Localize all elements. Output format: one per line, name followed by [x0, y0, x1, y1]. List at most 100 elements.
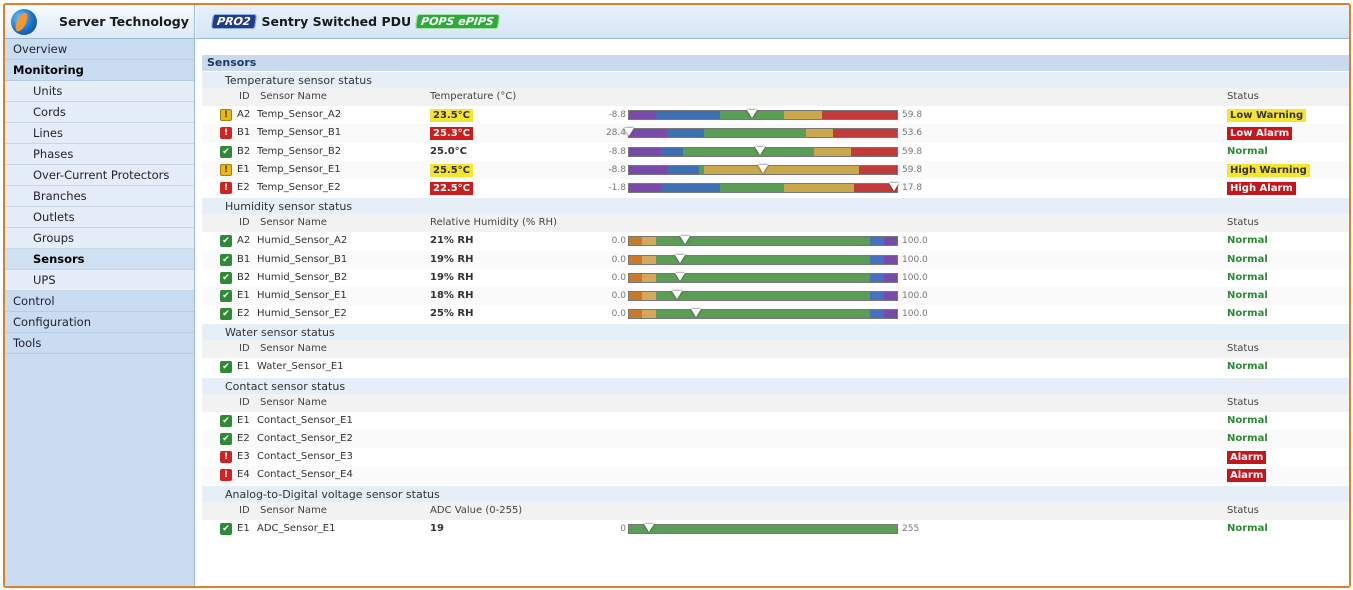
group-rows: ✔ E1 Contact_Sensor_E1 Normal ✔ E2 Contact_Sen… — [202, 412, 1349, 485]
table-row: ! E4 Contact_Sensor_E4 Alarm — [202, 466, 1349, 485]
range-max: 100.0 — [902, 272, 928, 283]
nav-item-lines[interactable]: Lines — [5, 123, 194, 144]
range-max: 17.8 — [902, 182, 923, 193]
sensor-value: 19 — [430, 522, 444, 534]
sidebar: Server Technology Overview Monitoring Unit… — [5, 5, 195, 586]
sensor-id: E2 — [237, 433, 250, 444]
nav-item-overview[interactable]: Overview — [5, 39, 194, 60]
sensor-name: Temp_Sensor_A2 — [257, 109, 342, 121]
gauge-segment — [805, 129, 833, 138]
header-status: Status — [1227, 396, 1259, 408]
table-row: ! E2 Temp_Sensor_E2 22.5°C -1.8 17.8 High Alar… — [202, 179, 1349, 197]
sensor-name: Humid_Sensor_E1 — [257, 289, 347, 301]
nav-item-groups[interactable]: Groups — [5, 228, 194, 249]
server-technology-logo — [11, 8, 37, 35]
gauge-segment — [784, 111, 822, 120]
product-title: Sentry Switched PDU — [261, 14, 412, 29]
sensor-name: Humid_Sensor_E2 — [257, 308, 347, 320]
pops-pips-badge: POPS ePIPS — [415, 14, 501, 29]
status-badge: Normal — [1227, 145, 1268, 157]
gauge-segment — [883, 291, 897, 300]
range-gauge — [628, 523, 898, 534]
sensor-id: A2 — [237, 235, 251, 247]
status-ok-icon: ✔ — [220, 145, 232, 158]
status-ok-icon: ✔ — [220, 414, 232, 427]
range-gauge — [628, 146, 898, 157]
range-gauge — [628, 164, 898, 175]
pro2-badge: PRO2 — [210, 14, 257, 29]
sensor-id: E2 — [237, 181, 250, 193]
range-min: 0.0 — [611, 309, 626, 320]
gauge-pointer-icon — [644, 523, 655, 532]
gauge-segment — [629, 237, 643, 246]
gauge-segment — [870, 310, 884, 319]
sensor-id: E1 — [237, 361, 250, 373]
range-gauge — [628, 110, 898, 121]
sensor-groups: Temperature sensor status ID Sensor Name Te… — [202, 71, 1349, 538]
gauge-segment — [629, 255, 643, 264]
nav-menu: Overview Monitoring Units Cords Lines Phases O… — [5, 39, 194, 354]
nav-item-ups[interactable]: UPS — [5, 270, 194, 291]
nav-item-cords[interactable]: Cords — [5, 102, 194, 123]
group-title: Humidity sensor status — [202, 197, 1349, 215]
status-badge: Normal — [1227, 414, 1268, 426]
nav-item-outlets[interactable]: Outlets — [5, 207, 194, 228]
sensor-value: 25.3°C — [430, 127, 474, 141]
gauge-pointer-icon — [674, 254, 685, 263]
header-status: Status — [1227, 91, 1259, 102]
sensor-id: B2 — [237, 145, 251, 157]
nav-item-control[interactable]: Control — [5, 291, 194, 312]
nav-item-phases[interactable]: Phases — [5, 144, 194, 165]
header-value: Temperature (°C) — [430, 91, 517, 102]
gauge-segment — [883, 255, 897, 264]
gauge-segment — [642, 237, 656, 246]
table-row: ✔ E1 Contact_Sensor_E1 Normal — [202, 412, 1349, 430]
gauge-pointer-icon — [680, 236, 691, 245]
sensor-name: Contact_Sensor_E4 — [257, 469, 353, 481]
status-warn-icon: ! — [220, 163, 232, 176]
gauge-segment — [655, 273, 871, 282]
sensor-name: Contact_Sensor_E2 — [257, 433, 353, 444]
range-min: -8.8 — [608, 146, 626, 157]
nav-item-units[interactable]: Units — [5, 81, 194, 102]
sensor-value: 25.0°C — [430, 145, 468, 157]
group-title: Temperature sensor status — [202, 71, 1349, 88]
range-min: 0.0 — [611, 272, 626, 283]
nav-item-monitoring[interactable]: Monitoring — [5, 60, 194, 81]
sensor-name: Contact_Sensor_E1 — [257, 414, 353, 426]
gauge-segment — [655, 291, 871, 300]
gauge-segment — [629, 310, 643, 319]
table-header-row: ID Sensor Name Status — [202, 340, 1349, 359]
range-max: 100.0 — [902, 309, 928, 320]
nav-item-configuration[interactable]: Configuration — [5, 312, 194, 333]
status-badge: High Alarm — [1227, 181, 1296, 195]
nav-item-over-current-protectors[interactable]: Over-Current Protectors — [5, 165, 194, 186]
nav-item-branches[interactable]: Branches — [5, 186, 194, 207]
nav-item-tools[interactable]: Tools — [5, 333, 194, 354]
gauge-segment — [642, 273, 656, 282]
range-min: -8.8 — [608, 164, 626, 175]
gauge-segment — [666, 165, 699, 174]
gauge-segment — [832, 129, 897, 138]
gauge-segment — [859, 165, 897, 174]
header-sensor-name: Sensor Name — [260, 504, 327, 516]
table-row: ✔ E2 Contact_Sensor_E2 Normal — [202, 430, 1349, 449]
status-badge: Low Alarm — [1227, 127, 1293, 141]
sensor-name: Temp_Sensor_B1 — [257, 127, 342, 139]
gauge-pointer-icon — [758, 164, 768, 173]
header-sensor-name: Sensor Name — [260, 217, 327, 229]
gauge-pointer-icon — [672, 290, 683, 299]
nav-item-sensors[interactable]: Sensors — [5, 249, 194, 270]
sensor-id: B1 — [237, 253, 251, 265]
group-rows: ✔ E1 Water_Sensor_E1 Normal — [202, 358, 1349, 376]
range-gauge — [628, 272, 898, 283]
range-min: 28.4 — [605, 128, 626, 139]
table-row: ✔ E1 Water_Sensor_E1 Normal — [202, 358, 1349, 376]
gauge-pointer-icon — [889, 182, 900, 191]
gauge-segment — [870, 273, 884, 282]
gauge-pointer-icon — [747, 110, 758, 119]
header-status: Status — [1227, 217, 1259, 229]
status-ok-icon: ✔ — [220, 522, 232, 535]
product-header: PRO2 Sentry Switched PDU POPS ePIPS — [196, 5, 1349, 39]
gauge-segment — [655, 255, 871, 264]
